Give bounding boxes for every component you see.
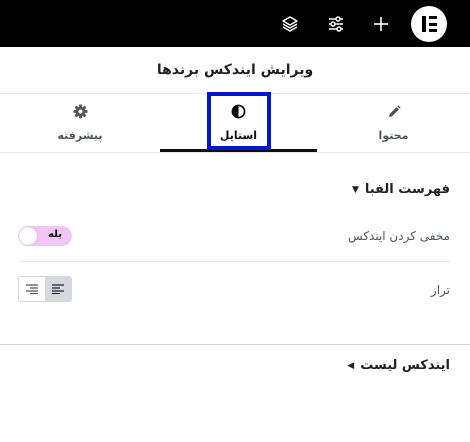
align-right-button[interactable] bbox=[19, 277, 45, 301]
active-tab-indicator bbox=[160, 149, 317, 152]
tab-advanced-label: پیشرفته bbox=[57, 129, 103, 142]
align-left-icon bbox=[52, 284, 64, 294]
tab-content-label: محتوا bbox=[378, 129, 409, 142]
hide-index-label: مخفی کردن ایندکس bbox=[348, 229, 450, 243]
tab-content[interactable]: محتوا bbox=[317, 94, 470, 152]
section-alphabet-title: فهرست الفبا bbox=[364, 182, 450, 197]
section-separator bbox=[0, 344, 470, 345]
section-index-list-title: ایندکس لیست bbox=[360, 358, 450, 373]
caret-down-icon: ▼ bbox=[351, 184, 359, 195]
align-right-icon bbox=[26, 284, 38, 294]
layers-icon[interactable] bbox=[273, 7, 307, 41]
alignment-label: تراز bbox=[430, 283, 450, 297]
elementor-logo-icon[interactable] bbox=[411, 6, 447, 42]
row-divider bbox=[20, 261, 451, 262]
contrast-icon bbox=[231, 104, 246, 123]
toggle-knob bbox=[19, 227, 37, 245]
tab-style-label: استایل bbox=[219, 129, 258, 142]
tab-style[interactable]: استایل bbox=[160, 94, 317, 152]
plus-icon[interactable] bbox=[364, 7, 398, 41]
section-index-list-header[interactable]: ایندکس لیست ◀ bbox=[347, 358, 450, 373]
section-alphabet-header[interactable]: فهرست الفبا ▼ bbox=[352, 182, 450, 197]
alignment-control bbox=[18, 276, 72, 302]
tab-advanced[interactable]: پیشرفته bbox=[0, 94, 160, 152]
top-bar bbox=[0, 0, 470, 47]
panel-title-text: ویرایش ایندکس برندها bbox=[156, 62, 314, 78]
sliders-icon[interactable] bbox=[319, 7, 353, 41]
tab-bar: محتوا استایل پیشرفته bbox=[0, 94, 470, 153]
align-left-button[interactable] bbox=[45, 277, 71, 301]
pencil-icon bbox=[387, 104, 401, 123]
toggle-text: بله bbox=[48, 229, 62, 240]
caret-left-icon: ◀ bbox=[347, 360, 355, 371]
panel-title: ویرایش ایندکس برندها bbox=[0, 47, 470, 94]
gear-icon bbox=[72, 104, 88, 123]
hide-index-toggle[interactable]: بله bbox=[18, 226, 72, 246]
